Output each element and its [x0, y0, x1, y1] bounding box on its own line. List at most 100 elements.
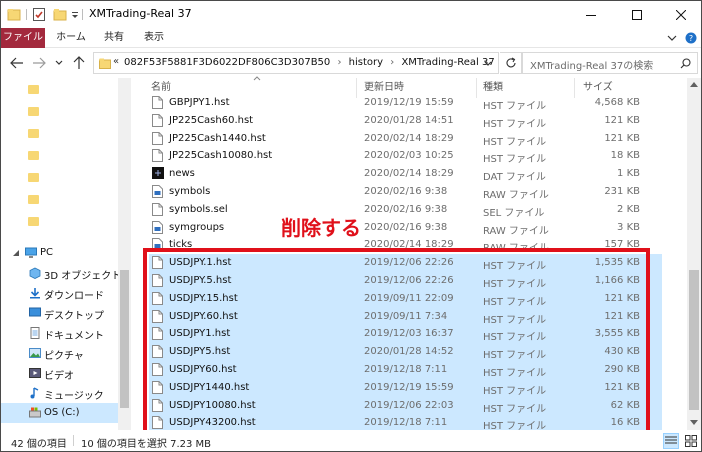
nav-label: デスクトップ: [44, 311, 104, 322]
pinned-folder-icon[interactable]: [28, 217, 39, 226]
file-type: HST ファイル: [483, 101, 547, 112]
new-folder-icon[interactable]: [53, 8, 67, 21]
close-button[interactable]: [659, 1, 701, 28]
search-input[interactable]: XMTrading-Real 37の検索: [522, 52, 698, 74]
pinned-folder-icon[interactable]: [28, 107, 39, 116]
file-row[interactable]: USDJPY1.hst 2019/12/03 16:37 HST ファイル 3,555…: [149, 325, 662, 344]
nav-item-os-drive[interactable]: OS (C:): [1, 403, 118, 423]
file-type: HST ファイル: [483, 279, 547, 290]
nav-item-music[interactable]: ミュージック: [1, 383, 118, 403]
maximize-button[interactable]: [615, 1, 659, 28]
file-size: 290 KB: [604, 364, 640, 375]
file-row[interactable]: symbols 2020/02/16 9:38 RAW ファイル 231 KB: [149, 183, 662, 201]
file-row[interactable]: USDJPY.15.hst 2019/09/11 22:09 HST ファイル 121…: [149, 289, 662, 308]
file-size: 3,555 KB: [594, 328, 640, 340]
file-row[interactable]: USDJPY5.hst 2020/01/28 14:52 HST ファイル 430 K…: [149, 343, 662, 362]
nav-scroll-thumb[interactable]: [120, 270, 129, 408]
nav-item-desktop[interactable]: デスクトップ: [1, 303, 118, 323]
address-segment[interactable]: XMTrading-Real 37: [401, 57, 494, 68]
tab-home[interactable]: ホーム: [51, 28, 91, 48]
tab-file[interactable]: ファイル: [1, 28, 45, 48]
nav-label: ダウンロード: [44, 291, 104, 302]
file-row[interactable]: JP225Cash1440.hst 2020/02/14 18:29 HST ファイ…: [149, 130, 662, 148]
item-count: 42 個の項目: [11, 439, 67, 450]
tab-view[interactable]: 表示: [137, 28, 171, 48]
file-row[interactable]: JP225Cash10080.hst 2020/02/03 10:25 HST ファ…: [149, 147, 662, 165]
pinned-folder-icon[interactable]: [28, 129, 39, 138]
raw-file-icon: [152, 185, 163, 201]
nav-item-downloads[interactable]: ダウンロード: [1, 283, 118, 303]
file-row[interactable]: news 2020/02/14 18:29 DAT ファイル 1 KB: [149, 165, 662, 183]
details-view-button[interactable]: [663, 433, 679, 449]
videos-icon: [29, 368, 41, 378]
refresh-button[interactable]: [500, 52, 522, 74]
file-list-scroll-thumb[interactable]: [689, 270, 699, 410]
address-bar[interactable]: « 082F53F5881F3D6022DF806C3D307B50 › his…: [93, 52, 499, 74]
pinned-folder-icon[interactable]: [28, 195, 39, 204]
recent-locations-button[interactable]: [51, 55, 67, 71]
file-row[interactable]: ticks 2020/02/14 18:29 RAW ファイル 157 KB: [149, 236, 662, 254]
back-button[interactable]: [9, 55, 25, 71]
file-row[interactable]: USDJPY60.hst 2019/12/18 7:11 HST ファイル 290 K…: [149, 361, 662, 379]
nav-label: PC: [40, 247, 54, 258]
selection-info: 10 個の項目を選択 7.23 MB: [81, 439, 212, 450]
maximize-icon: [632, 9, 642, 20]
file-list-scrollbar[interactable]: [687, 78, 701, 430]
file-size: 121 KB: [604, 381, 640, 393]
file-size: 231 KB: [604, 186, 640, 197]
nav-item-videos[interactable]: ビデオ: [1, 363, 118, 383]
file-icon: [152, 149, 163, 165]
nav-label: ドキュメント: [44, 331, 104, 342]
file-row[interactable]: symbols.sel 2020/02/16 9:38 SEL ファイル 2 KB: [149, 201, 662, 219]
properties-icon[interactable]: [32, 8, 46, 21]
address-segment[interactable]: 082F53F5881F3D6022DF806C3D307B50: [124, 57, 330, 68]
scroll-up-icon[interactable]: [690, 82, 698, 87]
address-history-icon[interactable]: [484, 61, 492, 67]
file-icon: [152, 274, 163, 290]
minimize-button[interactable]: [569, 1, 613, 28]
nav-item-pc[interactable]: PC: [1, 243, 118, 263]
file-row[interactable]: JP225Cash60.hst 2020/01/28 14:51 HST ファイル 1…: [149, 112, 662, 130]
file-date: 2019/09/11 22:09: [364, 292, 454, 304]
nav-item-pictures[interactable]: ピクチャ: [1, 343, 118, 363]
file-row[interactable]: USDJPY.5.hst 2019/12/06 22:26 HST ファイル 1,16…: [149, 272, 662, 290]
address-segment[interactable]: history: [349, 57, 383, 68]
3d-objects-icon: [29, 267, 41, 279]
file-row[interactable]: USDJPY1440.hst 2019/12/19 15:59 HST ファイル 12…: [149, 378, 662, 397]
path-separator-icon: ›: [390, 57, 395, 68]
close-icon: [676, 9, 686, 20]
file-name: JP225Cash10080.hst: [169, 150, 273, 162]
nav-item-3d-objects[interactable]: 3D オブジェクト: [1, 263, 121, 283]
customize-quick-access-icon[interactable]: [71, 8, 79, 21]
tab-share[interactable]: 共有: [97, 28, 131, 48]
scroll-down-icon[interactable]: [690, 420, 698, 425]
news-icon: [152, 167, 164, 182]
file-date: 2020/02/16 9:38: [364, 221, 448, 233]
file-date: 2019/12/18 7:11: [364, 364, 448, 375]
file-row[interactable]: USDJPY10080.hst 2019/12/06 22:03 HST ファイル 6…: [149, 396, 662, 415]
nav-scrollbar[interactable]: [118, 78, 131, 430]
file-row[interactable]: USDJPY.1.hst 2019/12/06 22:26 HST ファイル 1,53…: [149, 254, 662, 273]
file-size: 121 KB: [604, 132, 640, 144]
nav-item-documents[interactable]: ドキュメント: [1, 323, 118, 343]
file-row[interactable]: USDJPY.60.hst 2019/09/11 7:34 HST ファイル 121 …: [149, 307, 662, 326]
help-icon[interactable]: ?: [685, 32, 697, 44]
navigation-pane: PC 3D オブジェクト ダウンロード デスクトップ ドキュメント ピクチャ ビ…: [1, 78, 131, 430]
expand-arrow-icon[interactable]: [13, 250, 19, 256]
pinned-folder-icon[interactable]: [28, 173, 39, 182]
file-name: symgroups: [169, 221, 225, 233]
file-icon: [152, 363, 163, 379]
pinned-folder-icon[interactable]: [28, 151, 39, 160]
large-icons-view-button[interactable]: [683, 433, 699, 449]
forward-button[interactable]: [31, 55, 47, 71]
up-button[interactable]: [71, 55, 87, 71]
file-row[interactable]: symgroups 2020/02/16 9:38 RAW ファイル 3 KB: [149, 219, 662, 237]
file-date: 2020/01/28 14:52: [364, 346, 454, 358]
file-date: 2020/02/16 9:38: [364, 186, 448, 197]
file-row[interactable]: GBPJPY1.hst 2019/12/19 15:59 HST ファイル 4,568…: [149, 94, 662, 112]
expand-ribbon-icon[interactable]: [667, 34, 677, 42]
file-list: 名前 更新日時 種類 サイズ GBPJPY1.hst 2019/12/19 15:…: [131, 76, 701, 433]
address-overflow[interactable]: «: [113, 56, 119, 67]
nav-label: ミュージック: [44, 391, 104, 402]
pinned-folder-icon[interactable]: [28, 85, 39, 94]
